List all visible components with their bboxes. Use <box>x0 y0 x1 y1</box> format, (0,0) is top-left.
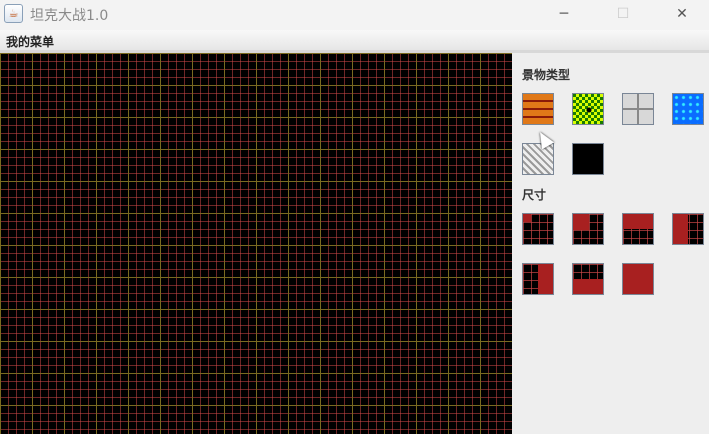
close-button[interactable]: ✕ <box>659 0 705 30</box>
size-label: 尺寸 <box>522 188 547 202</box>
maximize-button[interactable]: ☐ <box>600 0 646 30</box>
size-right-half-button[interactable] <box>522 263 554 295</box>
menu-my-menu[interactable]: 我的菜单 <box>6 33 54 50</box>
scenery-type-label: 景物类型 <box>522 68 571 82</box>
tile-brick-button[interactable] <box>522 93 554 125</box>
size-quarter-button[interactable] <box>522 213 554 245</box>
tile-steel-button[interactable] <box>622 93 654 125</box>
map-editor-canvas[interactable] <box>0 53 512 434</box>
tile-water-button[interactable] <box>672 93 704 125</box>
size-top-left-button[interactable] <box>572 213 604 245</box>
tile-ice-button[interactable] <box>522 143 554 175</box>
menu-bar: 我的菜单 <box>0 30 709 50</box>
title-bar: ☕ 坦克大战1.0 ─ ☐ ✕ <box>0 0 709 30</box>
java-app-icon: ☕ <box>4 4 23 23</box>
size-left-half-button[interactable] <box>672 213 704 245</box>
tile-empty-button[interactable] <box>572 143 604 175</box>
size-bottom-half-button[interactable] <box>572 263 604 295</box>
minimize-button[interactable]: ─ <box>541 0 587 30</box>
size-top-half-button[interactable] <box>622 213 654 245</box>
tool-panel: 景物类型 尺寸 <box>512 53 709 434</box>
tile-grass-button[interactable] <box>572 93 604 125</box>
window-title: 坦克大战1.0 <box>30 8 109 24</box>
size-full-button[interactable] <box>622 263 654 295</box>
